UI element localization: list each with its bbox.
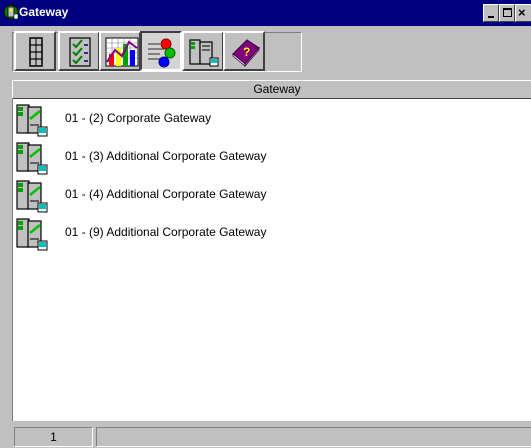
gateway-device-icon: [16, 142, 48, 175]
minimize-icon: [488, 16, 494, 18]
help-book-button[interactable]: ?: [223, 31, 265, 71]
toolbar: ?: [0, 26, 531, 82]
close-icon: ×: [518, 5, 526, 20]
checklist-button[interactable]: [58, 31, 100, 71]
list-item[interactable]: 01 - (4) Additional Corporate Gateway: [13, 177, 513, 213]
window-title: Gateway: [19, 5, 69, 19]
gateway-device-icon: [16, 104, 48, 137]
traffic-button[interactable]: [140, 31, 182, 71]
column-list-icon: [29, 37, 43, 67]
gateway-device-icon: [16, 180, 48, 213]
help-book-icon: ?: [232, 39, 260, 68]
list-item[interactable]: 01 - (9) Additional Corporate Gateway: [13, 215, 513, 251]
chart-button[interactable]: [99, 31, 141, 71]
list-item-label: 01 - (4) Additional Corporate Gateway: [65, 187, 267, 201]
maximize-icon: [503, 8, 512, 17]
list-item-label: 01 - (2) Corporate Gateway: [65, 111, 212, 125]
list-item[interactable]: 01 - (2) Corporate Gateway: [13, 101, 513, 137]
status-bar: 1: [0, 424, 531, 448]
traffic-flow-icon: [148, 38, 176, 68]
list-item[interactable]: 01 - (3) Additional Corporate Gateway: [13, 139, 513, 175]
status-message: [96, 427, 531, 447]
title-bar[interactable]: Gateway ×: [0, 0, 531, 26]
gateway-window: Gateway × ? Gateway 01 - (2) Corporate G…: [0, 0, 531, 448]
columns-view-button[interactable]: [14, 31, 56, 71]
column-header-gateway[interactable]: Gateway: [12, 80, 531, 99]
checklist-icon: [69, 37, 91, 67]
status-count: 1: [14, 427, 93, 447]
svg-text:?: ?: [243, 45, 250, 59]
gateway-list: 01 - (2) Corporate Gateway 01 - (3) Addi…: [12, 99, 531, 421]
close-button[interactable]: ×: [515, 4, 531, 22]
gateway-app-icon[interactable]: [3, 4, 19, 20]
bar-chart-icon: [105, 37, 139, 67]
gateway-device-icon: [189, 39, 219, 67]
maximize-button[interactable]: [499, 4, 515, 22]
list-item-label: 01 - (9) Additional Corporate Gateway: [65, 225, 267, 239]
gateway-device-button[interactable]: [182, 31, 224, 71]
list-item-label: 01 - (3) Additional Corporate Gateway: [65, 149, 267, 163]
gateway-device-icon: [16, 218, 48, 251]
minimize-button[interactable]: [483, 4, 499, 22]
